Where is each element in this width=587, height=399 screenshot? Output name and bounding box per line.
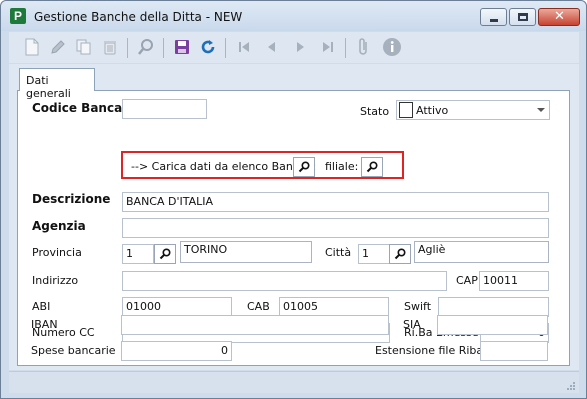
new-document-icon[interactable] [21, 36, 43, 58]
cab-field[interactable]: 01005 [279, 297, 389, 317]
search-icon [298, 161, 310, 173]
stato-label: Stato [360, 105, 390, 118]
application-window: P Gestione Banche della Ditta - NEW ✕ Da… [0, 0, 587, 399]
search-icon [394, 248, 406, 260]
chevron-down-icon [537, 108, 545, 112]
last-record-icon[interactable] [317, 36, 339, 58]
minimize-icon [490, 19, 498, 22]
indirizzo-label: Indirizzo [32, 274, 79, 287]
provincia-name-field: TORINO [180, 241, 312, 263]
edit-pencil-icon[interactable] [47, 36, 69, 58]
abi-field[interactable]: 01000 [122, 297, 232, 317]
cap-label: CAP [456, 274, 478, 287]
search-icon[interactable] [135, 36, 157, 58]
descrizione-field[interactable]: BANCA D'ITALIA [122, 192, 549, 212]
search-icon [159, 248, 171, 260]
next-record-icon[interactable] [289, 36, 311, 58]
agenzia-field[interactable] [122, 218, 549, 238]
tab-dati-generali[interactable]: Dati generali [19, 68, 95, 100]
filiale-label: filiale: [325, 160, 359, 173]
carica-banche-label: --> Carica dati da elenco Banche: [131, 160, 317, 173]
stato-value: Attivo [416, 104, 449, 117]
delete-trash-icon[interactable] [99, 36, 121, 58]
provincia-code-field[interactable]: 1 [122, 244, 154, 264]
toolbar-separator [127, 38, 128, 58]
stato-color-swatch [399, 102, 413, 118]
toolbar-separator [225, 38, 226, 58]
first-record-icon[interactable] [233, 36, 255, 58]
swift-field[interactable] [438, 297, 549, 317]
window-title: Gestione Banche della Ditta - NEW [34, 10, 243, 24]
toolbar-separator [163, 38, 164, 58]
filiale-search-button[interactable] [361, 157, 383, 177]
iban-label: IBAN [31, 318, 58, 331]
save-icon[interactable] [171, 36, 193, 58]
estensione-file-riba-label: Estensione file Riba [375, 344, 484, 357]
toolbar-separator [345, 38, 346, 58]
codice-banca-field[interactable] [122, 99, 207, 119]
abi-label: ABI [32, 300, 51, 313]
cap-field[interactable]: 10011 [479, 271, 549, 291]
carica-banche-search-button[interactable] [293, 157, 315, 177]
search-icon [366, 161, 378, 173]
estensione-file-riba-field[interactable] [480, 341, 548, 361]
cab-label: CAB [247, 300, 270, 313]
title-bar[interactable]: P Gestione Banche della Ditta - NEW ✕ [1, 1, 586, 31]
spese-bancarie-field[interactable]: 0 [121, 341, 232, 361]
agenzia-label: Agenzia [32, 219, 86, 233]
swift-label: Swift [404, 300, 432, 313]
previous-record-icon[interactable] [261, 36, 283, 58]
copy-icon[interactable] [73, 36, 95, 58]
citta-code-field[interactable]: 1 [358, 244, 390, 264]
status-bar [9, 371, 579, 393]
sia-field[interactable] [437, 315, 548, 335]
refresh-icon[interactable] [197, 36, 219, 58]
minimize-button[interactable] [480, 8, 507, 26]
info-icon[interactable] [381, 36, 403, 58]
citta-search-button[interactable] [389, 244, 411, 264]
iban-field[interactable] [121, 315, 389, 335]
maximize-icon [518, 13, 528, 21]
attachment-icon[interactable] [353, 36, 375, 58]
stato-select[interactable]: Attivo [396, 100, 550, 120]
provincia-label: Provincia [32, 246, 82, 259]
resize-grip-icon[interactable] [566, 381, 576, 391]
citta-label: Città [325, 246, 352, 259]
toolbar [9, 32, 579, 63]
spese-bancarie-label: Spese bancarie [31, 344, 116, 357]
maximize-button[interactable] [509, 8, 536, 26]
close-icon: ✕ [554, 9, 565, 24]
indirizzo-field[interactable] [122, 271, 447, 291]
close-button[interactable]: ✕ [538, 8, 580, 26]
citta-name-field: Agliè [414, 241, 549, 263]
sia-label: SIA [403, 318, 421, 331]
app-icon: P [10, 8, 26, 24]
codice-banca-label: Codice Banca [32, 101, 123, 115]
provincia-search-button[interactable] [154, 244, 176, 264]
descrizione-label: Descrizione [32, 192, 111, 206]
